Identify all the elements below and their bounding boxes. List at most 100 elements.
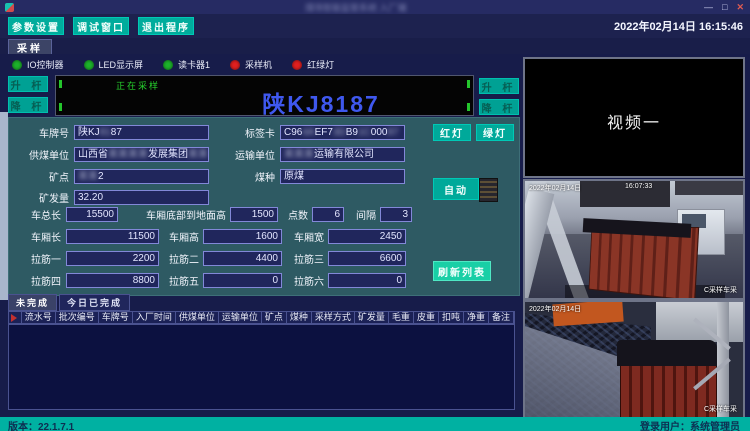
vehicle-form-panel: 车牌号 陕KJ8187 标签卡 C964AEF73DB91C00087 红灯 绿… — [8, 117, 520, 296]
box-height-field[interactable]: 1600 — [203, 229, 282, 244]
camera2-name-overlay: C采样车采 — [704, 285, 737, 295]
device-status-label: 采样机 — [245, 58, 272, 71]
transport-label: 运输单位 — [235, 147, 275, 162]
coal-type-field[interactable]: 原煤 — [280, 169, 405, 184]
toolbar-button[interactable]: 参数设置 — [8, 17, 64, 35]
total-length-field[interactable]: 15500 — [66, 207, 118, 222]
tab-strip: 采样 — [0, 38, 750, 55]
tie6-label: 拉筋六 — [290, 273, 324, 288]
column-header[interactable]: 毛重 — [389, 312, 414, 323]
lower-rod-button-right[interactable]: 降 杆 — [479, 99, 519, 115]
row-marker-icon — [11, 314, 17, 322]
lower-rod-button-left[interactable]: 降 杆 — [8, 97, 48, 113]
tie6-field[interactable]: 0 — [328, 273, 406, 288]
tie5-field[interactable]: 0 — [203, 273, 282, 288]
points-field[interactable]: 6 — [312, 207, 344, 222]
camera-feed-bottom[interactable]: 2022年02月14日 C采样车采 — [523, 300, 745, 419]
camera2-date-overlay: 2022年02月14日 — [529, 183, 581, 193]
version-info: 版本：22.1.7.1 — [8, 418, 74, 431]
app-window: 煤场智能监管系统 入厂端 — □ ✕ 参数设置调试窗口退出程序 2022年02月… — [0, 0, 750, 431]
column-header[interactable]: 煤种 — [287, 312, 312, 323]
column-header[interactable]: 车牌号 — [99, 312, 133, 323]
column-header[interactable]: 备注 — [489, 312, 514, 323]
dispatch-field[interactable]: 32.20 — [74, 190, 209, 205]
column-header[interactable]: 矿发量 — [355, 312, 389, 323]
mine-field[interactable]: 某某2 — [74, 169, 209, 184]
floor-height-label: 车厢底部到地面高 — [124, 207, 226, 222]
box-width-field[interactable]: 2450 — [328, 229, 406, 244]
raise-rod-button-left[interactable]: 升 杆 — [8, 76, 48, 92]
box-height-label: 车厢高 — [165, 229, 199, 244]
status-led-icon — [292, 60, 302, 70]
app-icon — [5, 3, 14, 12]
video-panel-1[interactable]: 视频一 — [523, 57, 745, 178]
result-table-header: 流水号批次编号车牌号入厂时间供煤单位运输单位矿点煤种采样方式矿发量毛重皮重扣吨净… — [8, 311, 515, 324]
column-header[interactable]: 皮重 — [414, 312, 439, 323]
result-tab[interactable]: 未完成 — [8, 294, 57, 311]
column-header[interactable]: 矿点 — [262, 312, 287, 323]
result-tabs: 未完成 今日已完成 — [8, 294, 130, 311]
toolbar-button[interactable]: 退出程序 — [138, 17, 194, 35]
status-led-icon — [163, 60, 173, 70]
row-marker-cell — [9, 312, 22, 323]
refresh-list-button[interactable]: 刷新列表 — [433, 261, 491, 281]
green-light-button[interactable]: 绿灯 — [476, 124, 514, 141]
tie1-field[interactable]: 2200 — [66, 251, 159, 266]
tag-card-label: 标签卡 — [235, 125, 275, 140]
toolbar-button[interactable]: 调试窗口 — [73, 17, 129, 35]
minimize-button[interactable]: — — [704, 1, 713, 13]
device-status-label: 读卡器1 — [178, 58, 210, 71]
toolbar: 参数设置调试窗口退出程序 2022年02月14日 16:15:46 — [0, 14, 750, 38]
interval-label: 间隔 — [352, 207, 376, 222]
tie3-label: 拉筋三 — [290, 251, 324, 266]
supplier-label: 供煤单位 — [11, 147, 69, 162]
total-length-label: 车总长 — [11, 207, 61, 222]
result-table-body[interactable] — [8, 324, 515, 410]
status-led-icon — [84, 60, 94, 70]
tab-sampling[interactable]: 采样 — [8, 39, 52, 55]
column-header[interactable]: 净重 — [464, 312, 489, 323]
column-header[interactable]: 批次编号 — [56, 312, 99, 323]
column-header[interactable]: 运输单位 — [219, 312, 262, 323]
maximize-button[interactable]: □ — [722, 1, 727, 13]
camera3-name-overlay: C采样车采 — [704, 404, 737, 414]
red-light-button[interactable]: 红灯 — [433, 124, 471, 141]
box-length-field[interactable]: 11500 — [66, 229, 159, 244]
toolbar-buttons: 参数设置调试窗口退出程序 — [8, 17, 194, 35]
tie4-label: 拉筋四 — [11, 273, 61, 288]
column-header[interactable]: 供煤单位 — [176, 312, 219, 323]
device-status-label: 红绿灯 — [307, 58, 334, 71]
tie2-field[interactable]: 4400 — [203, 251, 282, 266]
column-header[interactable]: 入厂时间 — [133, 312, 176, 323]
result-tab[interactable]: 今日已完成 — [59, 294, 130, 311]
camera2-time-overlay: 16:07:33 — [625, 183, 652, 190]
auto-mode-button[interactable]: 自动 — [433, 178, 479, 200]
device-status-row: IO控制器 LED显示屏 读卡器1 采样机 红绿灯 — [12, 58, 334, 71]
device-status-item: 红绿灯 — [292, 58, 334, 71]
video1-label: 视频一 — [525, 109, 743, 133]
tie3-field[interactable]: 6600 — [328, 251, 406, 266]
column-header[interactable]: 流水号 — [22, 312, 56, 323]
device-status-label: LED显示屏 — [99, 58, 144, 71]
close-button[interactable]: ✕ — [736, 1, 744, 13]
datetime-display: 2022年02月14日 16:15:46 — [614, 18, 743, 34]
tag-card-field[interactable]: C964AEF73DB91C00087 — [280, 125, 405, 140]
camera-feed-middle[interactable]: 2022年02月14日 16:07:33 C采样车采 — [523, 179, 745, 300]
device-status-item: 读卡器1 — [163, 58, 210, 71]
box-length-label: 车厢长 — [11, 229, 61, 244]
coal-type-label: 煤种 — [235, 169, 275, 184]
transport-field[interactable]: 某某某运输有限公司 — [280, 147, 405, 162]
title-bar: 煤场智能监管系统 入厂端 — □ ✕ — [0, 0, 750, 15]
supplier-field[interactable]: 山西省某某某某发展集团某某煤矿 — [74, 147, 209, 162]
column-header[interactable]: 扣吨 — [439, 312, 464, 323]
plate-field[interactable]: 陕KJ8187 — [74, 125, 209, 140]
status-bar: 版本：22.1.7.1 登录用户：系统管理员 — [0, 417, 750, 431]
interval-field[interactable]: 3 — [380, 207, 412, 222]
raise-rod-button-right[interactable]: 升 杆 — [479, 78, 519, 94]
auto-mode-toggle[interactable] — [479, 178, 498, 202]
floor-height-field[interactable]: 1500 — [230, 207, 278, 222]
main-area: IO控制器 LED显示屏 读卡器1 采样机 红绿灯 升 杆 降 杆 — [0, 54, 750, 417]
camera3-date-overlay: 2022年02月14日 — [529, 304, 581, 314]
column-header[interactable]: 采样方式 — [312, 312, 355, 323]
tie4-field[interactable]: 8800 — [66, 273, 159, 288]
